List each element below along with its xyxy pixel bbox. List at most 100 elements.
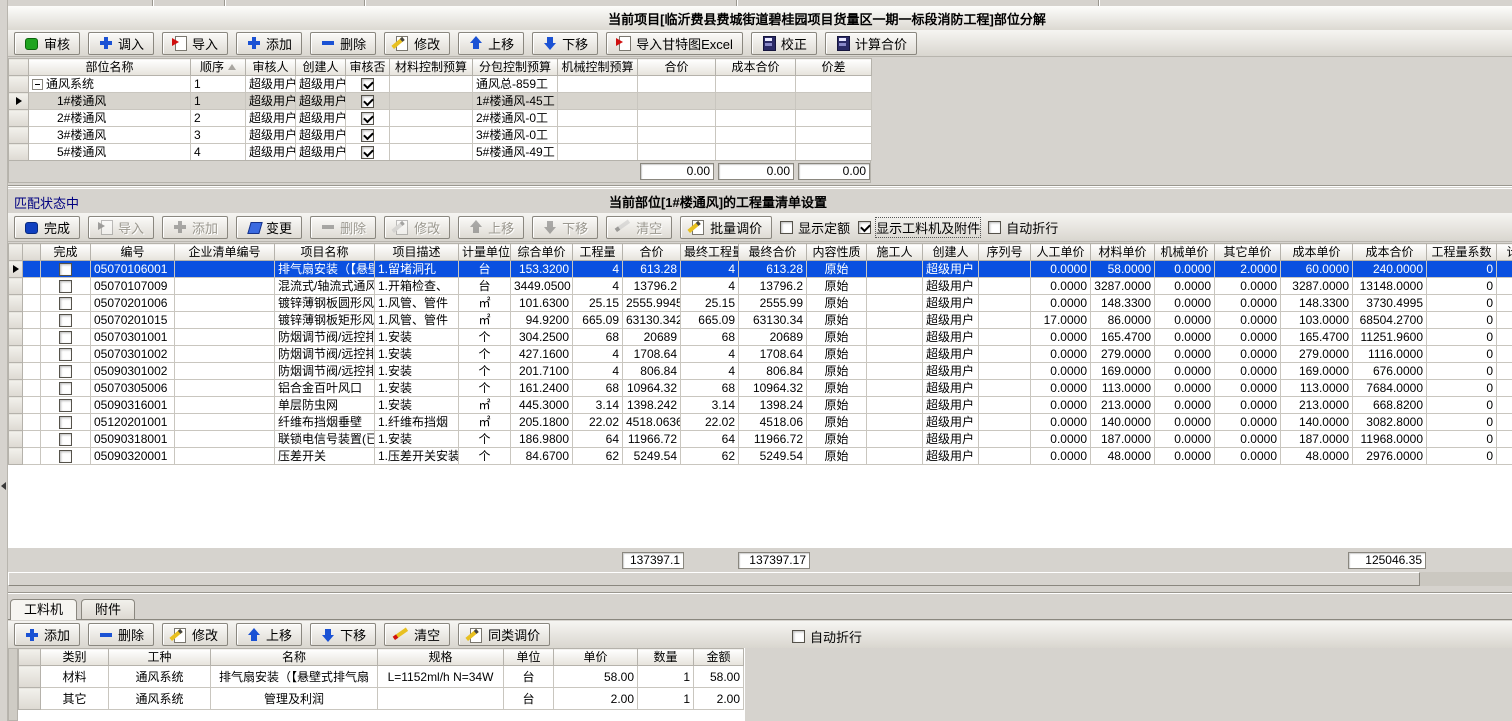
column-header[interactable]: 最终工程量 [681,244,739,261]
column-header[interactable]: 材料单价 [1091,244,1155,261]
complete-checkbox[interactable] [59,382,72,395]
complete-checkbox[interactable] [59,314,72,327]
column-header[interactable]: 机械控制预算 [558,59,638,76]
checkbox-box[interactable] [858,221,871,234]
checkbox-box[interactable] [988,221,1001,234]
horizontal-scrollbar-thumb[interactable] [8,572,1420,586]
column-header[interactable]: 综合单价 [511,244,573,261]
complete-checkbox[interactable] [59,433,72,446]
column-header[interactable]: 单位 [504,649,554,666]
move-down-button[interactable]: 下移 [532,32,598,55]
column-header[interactable]: 审核人 [246,59,296,76]
table-row[interactable]: 05070305006 铝合金百叶风口 周 1.安装 个 161.2400 68… [9,380,1512,397]
通风系统[interactable]: 通风系统 1 超级用户 超级用户 通风总-859工 [9,76,872,93]
delete-list-button[interactable]: 删除 [310,216,376,239]
tab-labor-material[interactable]: 工料机 [10,599,77,620]
column-header[interactable]: 完成 [41,244,91,261]
item-code[interactable]: 05090316001 [91,397,175,414]
column-header[interactable]: 项目描述 [375,244,459,261]
add-list-button[interactable]: 添加 [162,216,228,239]
delete-button[interactable]: 删除 [310,32,376,55]
item-name[interactable]: 压差开关 [275,448,375,465]
item-code[interactable]: 05070201015 [91,312,175,329]
calibrate-button[interactable]: 校正 [751,32,817,55]
auto-wrap-bottom-checkbox[interactable]: 自动折行 [792,627,862,646]
item-code[interactable]: 05070305006 [91,380,175,397]
column-header[interactable]: 工程量 [573,244,623,261]
clear-list-button[interactable]: 清空 [606,216,672,239]
column-header[interactable]: 成本合价 [716,59,796,76]
column-header[interactable]: 创建人 [296,59,346,76]
horizontal-scrollbar[interactable] [8,572,1512,586]
item-code[interactable]: 05090320001 [91,448,175,465]
table-row[interactable]: 05090316001 单层防虫网 1.安装 ㎡ 445.3000 3.14 1… [9,397,1512,414]
modify-button[interactable]: 修改 [384,32,450,55]
1#楼通风[interactable]: 1#楼通风 1 超级用户 超级用户 1#楼通风-45工 [9,93,872,110]
item-code[interactable]: 05070106001 [91,261,175,278]
audit-button[interactable]: 审核 [14,32,80,55]
change-button[interactable]: 变更 [236,216,302,239]
column-header[interactable]: 计划 [1497,244,1512,261]
show-quota-checkbox[interactable]: 显示定额 [780,218,850,237]
item-name[interactable]: 镀锌薄钢板矩形风管 [275,312,375,329]
column-header[interactable]: 合价 [623,244,681,261]
item-code[interactable]: 05070301001 [91,329,175,346]
complete-checkbox[interactable] [59,280,72,293]
modify-list-button[interactable]: 修改 [384,216,450,239]
item-name[interactable]: 防烟调节阀/远控排烟阀 [275,329,375,346]
move-up-button[interactable]: 上移 [458,32,524,55]
column-header[interactable]: 金额 [694,649,744,666]
table-row[interactable]: 05090301002 防烟调节阀/远控排烟阀 1.安装 个 201.7100 … [9,363,1512,380]
2#楼通风[interactable]: 2#楼通风 2 超级用户 超级用户 2#楼通风-0工 [9,110,872,127]
column-header[interactable]: 内容性质 [807,244,867,261]
column-header[interactable]: 其它单价 [1215,244,1281,261]
complete-checkbox[interactable] [59,416,72,429]
table-row[interactable]: 05070301001 防烟调节阀/远控排烟阀 1.安装 个 304.2500 … [9,329,1512,346]
column-header[interactable]: 合价 [638,59,716,76]
item-name[interactable]: 防烟调节阀/远控排烟阀 [275,363,375,380]
column-header[interactable]: 序列号 [979,244,1031,261]
5#楼通风[interactable]: 5#楼通风 4 超级用户 超级用户 5#楼通风-49工 [9,144,872,161]
item-code[interactable]: 05090301002 [91,363,175,380]
item-name[interactable]: 单层防虫网 [275,397,375,414]
move-down-list-button[interactable]: 下移 [532,216,598,239]
column-header[interactable]: 成本单价 [1281,244,1353,261]
tree-collapse-icon[interactable] [32,79,43,90]
audited-checkbox[interactable] [361,95,374,108]
column-header[interactable]: 人工单价 [1031,244,1091,261]
item-name[interactable]: 联锁电信号装置(已锁 [275,431,375,448]
column-header[interactable]: 材料控制预算 [390,59,473,76]
same-type-price-adjust-button[interactable]: 同类调价 [458,623,550,646]
complete-checkbox[interactable] [59,263,72,276]
column-header[interactable]: 分包控制预算 [473,59,558,76]
complete-checkbox[interactable] [59,331,72,344]
complete-checkbox[interactable] [59,348,72,361]
table-row[interactable]: 05070201015 镀锌薄钢板矩形风管 1.风管、管件 ㎡ 94.9200 … [9,312,1512,329]
column-header[interactable]: 机械单价 [1155,244,1215,261]
move-up-list-button[interactable]: 上移 [458,216,524,239]
resource-name[interactable]: 排气扇安装（【悬壁式排气扇 [211,666,378,688]
column-header[interactable]: 工程量系数 [1427,244,1497,261]
table-row[interactable]: 05070301002 防烟调节阀/远控排烟阀 1.安装 个 427.1600 … [9,346,1512,363]
table-row[interactable]: 其它 通风系统 管理及利润 台 2.00 1 2.00 [19,688,744,710]
resource-category[interactable]: 材料 [41,666,109,688]
item-name[interactable]: 纤维布挡烟垂壁 [275,414,375,431]
item-name[interactable]: 铝合金百叶风口 周 [275,380,375,397]
tab-attachment[interactable]: 附件 [81,599,135,619]
move-down-resource-button[interactable]: 下移 [310,623,376,646]
left-splitter[interactable] [0,0,8,721]
move-up-resource-button[interactable]: 上移 [236,623,302,646]
table-row[interactable]: 05070106001 排气扇安装（【悬壁式排气扇 1.留堵洞孔 台 153.3… [9,261,1512,278]
column-header[interactable]: 计量单位 [459,244,511,261]
import-gantt-excel-button[interactable]: 导入甘特图Excel [606,32,743,55]
column-header[interactable]: 成本合价 [1353,244,1427,261]
complete-checkbox[interactable] [59,297,72,310]
audited-checkbox[interactable] [361,146,374,159]
table-row[interactable]: 05120201001 纤维布挡烟垂壁 1.纤维布挡烟 ㎡ 205.1800 2… [9,414,1512,431]
delete-resource-button[interactable]: 删除 [88,623,154,646]
item-code[interactable]: 05120201001 [91,414,175,431]
column-header[interactable]: 项目名称 [275,244,375,261]
batch-price-adjust-button[interactable]: 批量调价 [680,216,772,239]
column-header[interactable]: 单价 [554,649,638,666]
column-header[interactable]: 顺序 [191,59,246,76]
